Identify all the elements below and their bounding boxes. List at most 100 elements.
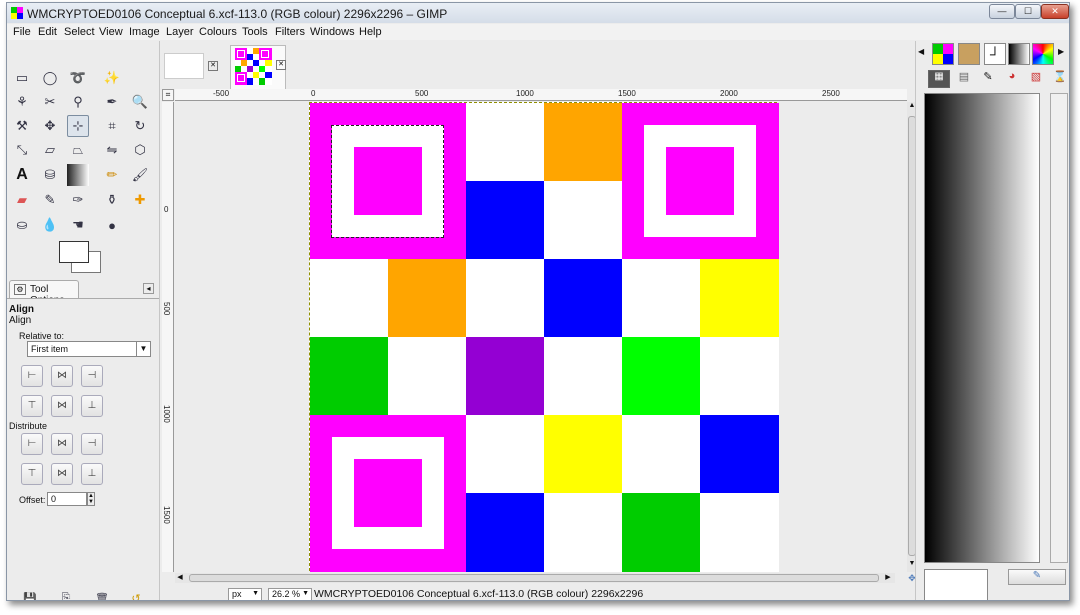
close-tab-2-icon[interactable]: ✕	[276, 60, 286, 70]
blend-icon[interactable]	[67, 164, 89, 186]
scroll-left-icon[interactable]: ◀	[175, 573, 185, 583]
ink-icon[interactable]: ✑	[67, 189, 89, 211]
distribute-left-button[interactable]: ⊢	[21, 433, 43, 455]
undo-history-tab-icon[interactable]: ⌛	[1050, 70, 1069, 88]
align-bottom-button[interactable]: ⊥	[81, 395, 103, 417]
colormap-tab-icon[interactable]: ◕	[1002, 70, 1022, 88]
menu-select[interactable]: Select	[64, 26, 95, 38]
save-options-icon[interactable]: 💾	[19, 587, 41, 601]
image-tab-2[interactable]: ✕	[230, 45, 286, 89]
eraser-icon[interactable]: ▰	[11, 189, 33, 211]
gradient-preview[interactable]	[924, 93, 1040, 563]
rotate-icon[interactable]: ↻	[129, 115, 151, 137]
relative-to-select[interactable]: First item ▼	[27, 341, 151, 357]
align-center-button[interactable]: ⋈	[51, 365, 73, 387]
fg-bg-color-swatches[interactable]	[59, 241, 103, 275]
offset-input[interactable]: 0	[47, 492, 87, 506]
distribute-bottom-button[interactable]: ⊥	[81, 463, 103, 485]
smudge-icon[interactable]: ☚	[67, 214, 89, 236]
scale-icon[interactable]: ⤡	[11, 139, 33, 161]
reset-options-icon[interactable]: ↺	[125, 587, 147, 601]
close-button[interactable]: ✕	[1041, 4, 1069, 19]
menu-edit[interactable]: Edit	[38, 26, 57, 38]
paintbrush-icon[interactable]: 🖌	[129, 164, 151, 186]
menu-colours[interactable]: Colours	[199, 26, 237, 38]
vertical-ruler[interactable]: 0 500 1000 1500	[162, 102, 174, 572]
shear-icon[interactable]: ▱	[39, 139, 61, 161]
crop-icon[interactable]: ⌗	[101, 115, 123, 137]
distribute-right-button[interactable]: ⊣	[81, 433, 103, 455]
perspective-clone-icon[interactable]: ⛀	[11, 214, 33, 236]
menu-image[interactable]: Image	[129, 26, 160, 38]
menu-file[interactable]: File	[13, 26, 31, 38]
menu-windows[interactable]: Windows	[310, 26, 355, 38]
dock-side-scrollbar[interactable]	[1050, 93, 1068, 563]
fonts-tab-icon[interactable]: ┘	[984, 43, 1006, 65]
align-middle-button[interactable]: ⋈	[51, 395, 73, 417]
clone-icon[interactable]: ⚱	[101, 189, 123, 211]
menu-filters[interactable]: Filters	[275, 26, 305, 38]
align-top-button[interactable]: ⊤	[21, 395, 43, 417]
brushes-tab-icon[interactable]	[958, 43, 980, 65]
dock-right-arrow-icon[interactable]: ▶	[1058, 47, 1068, 57]
distribute-middle-button[interactable]: ⋈	[51, 463, 73, 485]
distribute-center-button[interactable]: ⋈	[51, 433, 73, 455]
paths-tab-icon[interactable]: ✎	[978, 70, 998, 88]
fuzzy-select-icon[interactable]: ✨	[101, 67, 123, 89]
pencil-icon[interactable]: ✏	[101, 164, 123, 186]
dock-left-arrow-icon[interactable]: ◀	[918, 47, 928, 57]
offset-spinner[interactable]: ▲ ▼	[87, 492, 95, 506]
horizontal-scrollbar[interactable]: ◀ ▶	[175, 573, 895, 583]
ellipse-select-icon[interactable]: ◯	[39, 67, 61, 89]
foreground-select-icon[interactable]: ⚲	[67, 91, 89, 113]
palettes-tab-icon[interactable]	[1032, 43, 1054, 65]
brush-preview[interactable]	[924, 569, 988, 600]
channels-tab-icon[interactable]: ▤	[954, 70, 974, 88]
zoom-select[interactable]: 26.2 % ▼	[268, 588, 312, 600]
measure-icon[interactable]: ⚒	[11, 115, 33, 137]
menu-view[interactable]: View	[99, 26, 123, 38]
minimize-button[interactable]: —	[989, 4, 1015, 19]
scissors-icon[interactable]: ✂	[39, 91, 61, 113]
quick-mask-corner-icon[interactable]: ⌗	[162, 89, 174, 101]
select-by-color-icon[interactable]: ⚘	[11, 91, 33, 113]
canvas[interactable]	[175, 102, 907, 572]
tab-tool-options[interactable]: ⚙ Tool Options	[9, 280, 79, 306]
restore-options-icon[interactable]: ⎘	[55, 587, 77, 601]
perspective-icon[interactable]: ⏢	[67, 139, 89, 161]
horizontal-scroll-thumb[interactable]	[189, 574, 879, 582]
bucket-fill-icon[interactable]: ⛁	[39, 164, 61, 186]
heal-icon[interactable]: ✚	[129, 189, 151, 211]
histogram-tab-icon[interactable]: ▧	[1026, 70, 1046, 88]
unit-select[interactable]: px ▼	[228, 588, 262, 600]
menu-tools[interactable]: Tools	[242, 26, 268, 38]
foreground-color-swatch[interactable]	[59, 241, 89, 263]
blur-icon[interactable]: 💧	[39, 214, 61, 236]
edit-brush-button[interactable]: ✎	[1008, 569, 1066, 585]
distribute-top-button[interactable]: ⊤	[21, 463, 43, 485]
close-tab-1-icon[interactable]: ✕	[208, 61, 218, 71]
rect-select-icon[interactable]: ▭	[11, 67, 33, 89]
free-select-icon[interactable]: ➰	[67, 67, 89, 89]
text-tool-icon[interactable]: A	[11, 164, 33, 186]
align-left-button[interactable]: ⊢	[21, 365, 43, 387]
zoom-icon[interactable]: 🔍	[129, 91, 151, 113]
cage-transform-icon[interactable]: ⬡	[129, 139, 151, 161]
move-icon[interactable]: ✥	[39, 115, 61, 137]
delete-options-icon[interactable]: 🗑	[91, 587, 113, 601]
menu-layer[interactable]: Layer	[166, 26, 194, 38]
maximize-button[interactable]: ☐	[1015, 4, 1041, 19]
patterns-tab-icon[interactable]	[932, 43, 954, 65]
paths-icon[interactable]: ✒	[101, 91, 123, 113]
align-right-button[interactable]: ⊣	[81, 365, 103, 387]
image-canvas[interactable]	[309, 102, 779, 572]
flip-icon[interactable]: ⇋	[101, 139, 123, 161]
dodge-burn-icon[interactable]: ●	[101, 214, 123, 236]
layers-tab-icon[interactable]: ▦	[928, 70, 950, 88]
horizontal-ruler[interactable]: -500 0 500 1000 1500 2000 2500	[175, 89, 907, 101]
menu-help[interactable]: Help	[359, 26, 382, 38]
panel-menu-icon[interactable]: ◂	[143, 283, 154, 294]
image-tab-thumb-1[interactable]	[164, 53, 204, 79]
airbrush-icon[interactable]: ✎	[39, 189, 61, 211]
chevron-down-icon[interactable]: ▼	[136, 342, 150, 356]
